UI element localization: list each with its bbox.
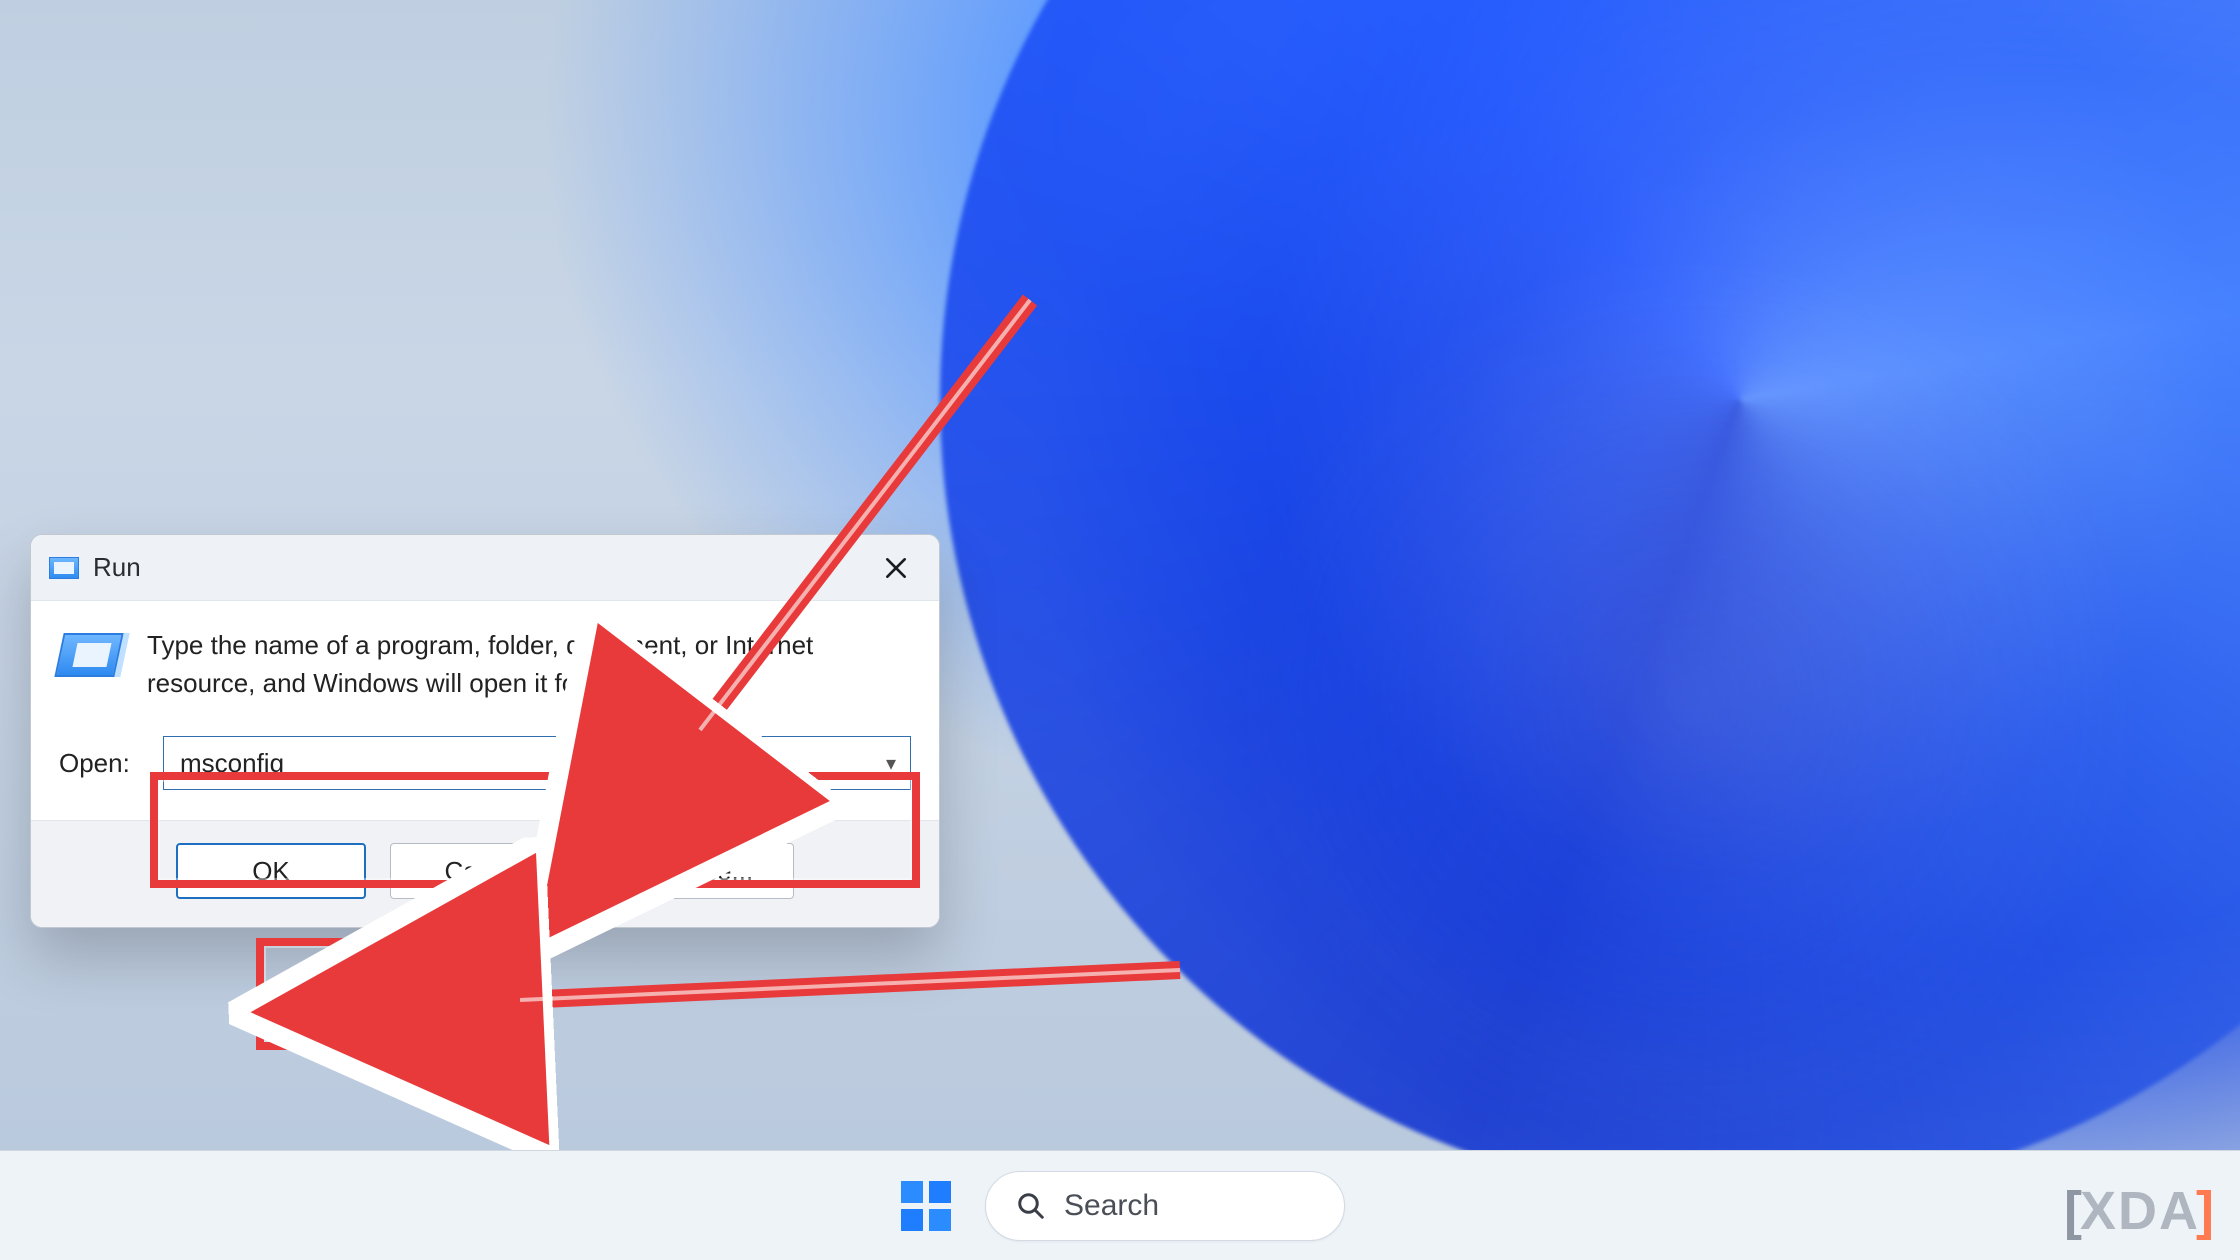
windows-logo-tl	[901, 1181, 923, 1203]
dialog-description: Type the name of a program, folder, docu…	[147, 627, 847, 702]
browse-button-label: Browse...	[645, 856, 753, 887]
chevron-down-icon[interactable]: ▾	[876, 751, 896, 776]
watermark-bracket-right: ]	[2196, 1180, 2216, 1242]
close-icon	[883, 555, 909, 581]
run-dialog: Run Type the name of a program, folder, …	[30, 534, 940, 928]
ok-button[interactable]: OK	[176, 843, 366, 899]
windows-logo-tr	[929, 1181, 951, 1203]
open-input[interactable]	[180, 748, 876, 779]
windows-logo-br	[929, 1209, 951, 1231]
cancel-button[interactable]: Cancel	[390, 843, 580, 899]
close-button[interactable]	[873, 545, 919, 591]
window-title: Run	[93, 552, 141, 583]
taskbar: Search	[0, 1150, 2240, 1260]
dialog-body: Type the name of a program, folder, docu…	[31, 601, 939, 820]
open-label: Open:	[59, 748, 141, 779]
dialog-button-bar: OK Cancel Browse...	[31, 820, 939, 927]
run-large-icon	[54, 633, 123, 677]
taskbar-search[interactable]: Search	[985, 1171, 1345, 1241]
cancel-button-label: Cancel	[445, 856, 526, 887]
start-button[interactable]	[895, 1175, 957, 1237]
taskbar-search-placeholder: Search	[1064, 1189, 1159, 1223]
search-icon	[1016, 1191, 1046, 1221]
watermark-text: XDA	[2080, 1180, 2200, 1242]
browse-button[interactable]: Browse...	[604, 843, 794, 899]
xda-watermark: [ XDA ]	[2064, 1180, 2216, 1242]
titlebar[interactable]: Run	[31, 535, 939, 601]
windows-logo-bl	[901, 1209, 923, 1231]
ok-button-label: OK	[252, 856, 290, 887]
open-combobox[interactable]: ▾	[163, 736, 911, 790]
run-app-icon	[49, 557, 79, 579]
